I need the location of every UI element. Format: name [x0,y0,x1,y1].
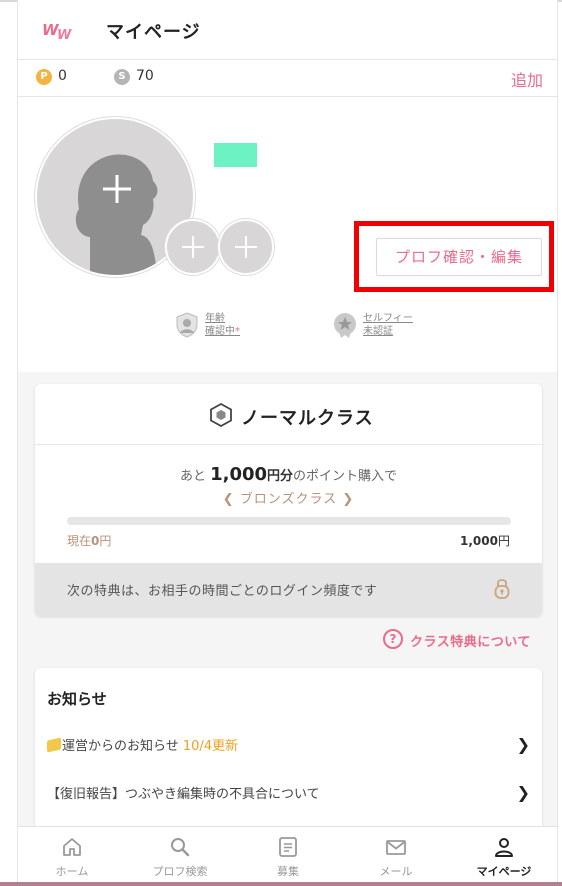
goal-value: 1,000 [460,534,498,548]
news-item[interactable]: 運営からのお知らせ 10/4更新 ❯ [47,735,530,755]
next-benefit-row: 次の特典は、お相手の時間ごとのログイン頻度です [35,563,542,616]
goal-unit: 円 [497,534,510,548]
age-verify-label: 年齢 [205,313,225,324]
age-verify-status: 確認中 [205,326,235,337]
class-benefit-link[interactable]: クラス特典について [410,631,531,650]
plus-icon [235,236,257,258]
megaphone-icon [47,737,61,753]
s-value: 70 [136,68,154,84]
svg-text:W: W [57,28,72,40]
promo-prefix: あと [179,469,206,484]
class-title-row: ノーマルクラス [35,384,542,445]
selfie-badge-icon [334,313,356,338]
nav-label-mypage: マイページ [476,865,532,878]
chevron-right-icon: ❯ [516,735,530,754]
news-item-text: 運営からのお知らせ [62,739,179,754]
nav-item-home[interactable]: ホーム [18,827,126,883]
mail-icon [386,840,406,855]
next-class-selector[interactable]: ❮ ブロンズクラス ❯ [35,488,542,507]
class-progress-bar [67,517,511,525]
nav-item-mail[interactable]: メール [342,827,450,883]
nav-label-mail: メール [379,865,413,878]
promo-suffix: のポイント購入で [293,469,398,484]
point-coin-icon: P [36,69,52,85]
chevron-right-icon: ❯ [516,783,530,802]
bottom-strip [0,882,562,886]
selfie-verify-status: 未認証 [363,326,393,337]
user-icon [495,838,513,857]
current-unit: 円 [99,534,112,548]
chevron-right-icon[interactable]: ❯ [337,492,354,507]
news-title: お知らせ [47,690,107,708]
nav-item-recruit[interactable]: 募集 [234,827,342,883]
age-shield-icon [176,312,198,338]
class-card: ノーマルクラス あと 1,000円分のポイント購入で ❮ ブロンズクラス ❯ 現… [35,384,542,616]
avatar-sub-1[interactable] [165,219,221,275]
selfie-verify-label: セルフィー [363,313,413,324]
chevron-left-icon[interactable]: ❮ [223,492,240,507]
nav-label-search: プロフ検索 [152,865,208,878]
hexagon-badge-icon [210,403,232,427]
point-value: 0 [58,68,67,84]
news-updated-badge: 10/4更新 [182,739,239,754]
page-title: マイページ [106,22,201,43]
question-icon[interactable]: ? [383,629,403,649]
class-promo-text: あと 1,000円分のポイント購入で [35,464,542,485]
selfie-verify-link[interactable]: セルフィー 未認証 [363,312,413,338]
age-verify-link[interactable]: 年齢 確認中* [205,312,240,338]
bottom-nav: ホーム プロフ検索 募集 メール マイページ [18,826,557,886]
logo-icon[interactable]: W W [42,18,76,40]
promo-amount: 1,000 [210,464,268,485]
news-item[interactable]: 【復旧報告】つぶやき編集時の不具合について ❯ [47,783,530,803]
nav-item-search[interactable]: プロフ検索 [126,827,234,883]
add-points-link[interactable]: 追加 [511,67,543,91]
search-icon [171,838,190,857]
add-photo-plus-icon [97,169,137,209]
current-amount: 現在0円 [67,532,111,549]
s-coin-icon: S [114,69,130,85]
lock-icon [494,579,510,599]
list-icon [279,837,297,857]
plus-icon [182,236,204,258]
header: W W マイページ [18,0,557,60]
nav-item-mypage[interactable]: マイページ [450,827,557,883]
points-bar: P 0 S 70 追加 [18,60,557,97]
promo-unit: 円分 [267,469,294,484]
nav-label-home: ホーム [55,865,89,878]
avatar-sub-2[interactable] [218,219,274,275]
news-card: お知らせ 運営からのお知らせ 10/4更新 ❯ 【復旧報告】つぶやき編集時の不具… [35,668,542,848]
news-item-text: 【復旧報告】つぶやき編集時の不具合について [47,787,320,802]
page-frame: W W マイページ P 0 S 70 追加 プロフ確認・編集 年齢 確認中* セ… [17,0,558,886]
next-class-label: ブロンズクラス [239,492,338,507]
goal-amount: 1,000円 [460,532,510,549]
profile-edit-button[interactable]: プロフ確認・編集 [376,238,542,276]
nav-label-recruit: 募集 [277,865,299,878]
home-icon [63,838,81,856]
user-name-redacted [214,143,257,167]
age-verify-mark: * [235,326,240,337]
next-benefit-text: 次の特典は、お相手の時間ごとのログイン頻度です [67,584,378,599]
current-prefix: 現在 [67,534,92,548]
class-title: ノーマルクラス [241,408,374,429]
